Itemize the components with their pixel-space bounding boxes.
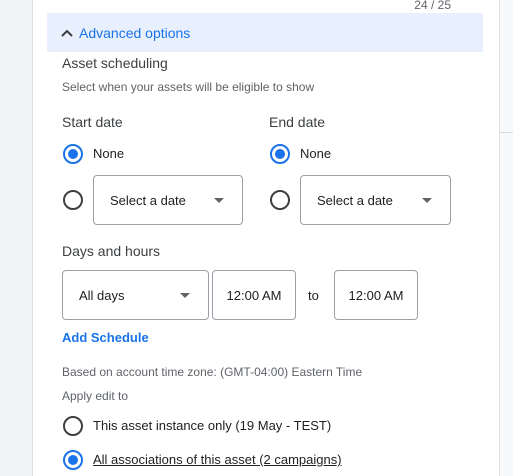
dropdown-arrow-icon: [214, 198, 224, 203]
character-counter: 24 / 25: [414, 0, 451, 12]
dropdown-arrow-icon: [180, 293, 190, 298]
chevron-up-icon: [61, 29, 73, 37]
end-date-dropdown-label: Select a date: [317, 192, 393, 208]
end-date-none-label: None: [300, 146, 332, 161]
timezone-note: Based on account time zone: (GMT-04:00) …: [62, 365, 363, 379]
asset-scheduling-subtitle: Select when your assets will be eligible…: [62, 80, 315, 94]
start-date-none-label: None: [93, 146, 125, 161]
add-schedule-link[interactable]: Add Schedule: [62, 330, 149, 345]
apply-all-associations-label: All associations of this asset (2 campai…: [93, 452, 342, 467]
apply-all-associations-radio[interactable]: [63, 450, 83, 470]
start-date-label: Start date: [62, 114, 123, 130]
end-date-dropdown[interactable]: Select a date: [300, 175, 451, 225]
end-time-field[interactable]: 12:00 AM: [334, 270, 418, 320]
asset-scheduling-title: Asset scheduling: [62, 55, 168, 71]
end-date-select-radio[interactable]: [270, 190, 290, 210]
days-dropdown-value: All days: [79, 287, 125, 303]
advanced-options-toggle[interactable]: Advanced options: [47, 13, 483, 52]
edit-panel: 24 / 25 Advanced options Asset schedulin…: [32, 0, 500, 476]
days-and-hours-title: Days and hours: [62, 243, 161, 259]
start-date-select-radio[interactable]: [63, 190, 83, 210]
start-time-field[interactable]: 12:00 AM: [212, 270, 296, 320]
gutter-divider: [500, 132, 513, 133]
apply-instance-only-label: This asset instance only (19 May - TEST): [93, 418, 332, 433]
apply-instance-only-radio[interactable]: [63, 416, 83, 436]
days-dropdown[interactable]: All days: [62, 270, 209, 320]
right-gutter: [500, 0, 513, 476]
start-date-dropdown-label: Select a date: [110, 192, 186, 208]
start-date-dropdown[interactable]: Select a date: [93, 175, 243, 225]
end-date-label: End date: [269, 114, 326, 130]
time-range-to-label: to: [308, 288, 319, 303]
apply-edit-title: Apply edit to: [62, 389, 129, 403]
dropdown-arrow-icon: [422, 198, 432, 203]
end-date-none-radio[interactable]: [270, 144, 290, 164]
advanced-options-label: Advanced options: [79, 24, 191, 41]
start-date-none-radio[interactable]: [63, 144, 83, 164]
